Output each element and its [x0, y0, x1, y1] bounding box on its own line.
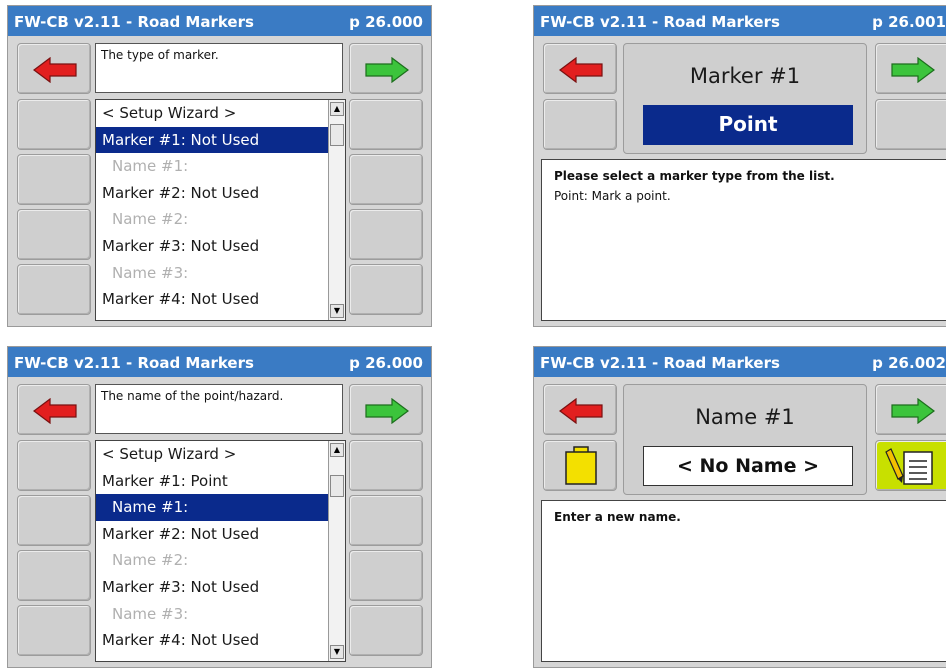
list-item-name-1[interactable]: Name #1:: [96, 153, 345, 180]
side-button-right-1[interactable]: [875, 99, 946, 150]
help-instruction: Please select a marker type from the lis…: [554, 169, 835, 183]
list-item-name-3[interactable]: Name #3:: [96, 260, 345, 287]
side-button-right-3[interactable]: [349, 550, 423, 601]
help-panel: Enter a new name.: [541, 500, 946, 662]
list-item-setup-wizard[interactable]: < Setup Wizard >: [96, 100, 345, 127]
side-button-right-4[interactable]: [349, 605, 423, 656]
next-button[interactable]: [875, 384, 946, 435]
scroll-thumb[interactable]: [330, 124, 344, 146]
side-button-left-1[interactable]: [17, 440, 91, 491]
help-panel: Please select a marker type from the lis…: [541, 159, 946, 321]
title-bar: FW-CB v2.11 - Road Markers p 26.002: [534, 347, 946, 377]
marker-list[interactable]: < Setup Wizard > Marker #1: Point Name #…: [95, 440, 346, 662]
scroll-thumb[interactable]: [330, 475, 344, 497]
scroll-up-icon[interactable]: ▲: [330, 443, 344, 457]
next-button[interactable]: [349, 43, 423, 94]
list-item-marker-1[interactable]: Marker #1: Not Used: [96, 126, 345, 154]
right-arrow-icon: [365, 57, 409, 83]
list-item-marker-2[interactable]: Marker #2: Not Used: [96, 521, 345, 548]
window-title: FW-CB v2.11 - Road Markers: [540, 354, 780, 372]
list-item-setup-wizard[interactable]: < Setup Wizard >: [96, 441, 345, 468]
list-item-marker-2[interactable]: Marker #2: Not Used: [96, 180, 345, 207]
left-arrow-icon: [559, 57, 603, 83]
back-button[interactable]: [543, 43, 617, 94]
page-number: p 26.000: [349, 13, 423, 31]
side-button-left-3[interactable]: [17, 550, 91, 601]
page-number: p 26.001: [872, 13, 946, 31]
right-arrow-icon: [891, 57, 935, 83]
side-button-right-1[interactable]: [349, 440, 423, 491]
side-button-right-2[interactable]: [349, 495, 423, 546]
side-button-left-4[interactable]: [17, 605, 91, 656]
list-item-marker-3[interactable]: Marker #3: Not Used: [96, 574, 345, 601]
scrollbar[interactable]: ▲ ▼: [328, 441, 345, 661]
list-item-name-3[interactable]: Name #3:: [96, 601, 345, 628]
window-title: FW-CB v2.11 - Road Markers: [14, 13, 254, 31]
right-arrow-icon: [891, 398, 935, 424]
edit-name-button[interactable]: [875, 440, 946, 491]
side-button-right-1[interactable]: [349, 99, 423, 150]
side-button-left-2[interactable]: [17, 495, 91, 546]
help-instruction: Enter a new name.: [554, 510, 681, 524]
title-bar: FW-CB v2.11 - Road Markers p 26.001: [534, 6, 946, 36]
back-button[interactable]: [17, 384, 91, 435]
list-item-marker-3[interactable]: Marker #3: Not Used: [96, 233, 345, 260]
screen-marker-list: FW-CB v2.11 - Road Markers p 26.000 The …: [7, 5, 432, 327]
scroll-down-icon[interactable]: ▼: [330, 304, 344, 318]
back-button[interactable]: [543, 384, 617, 435]
name-value[interactable]: < No Name >: [643, 446, 853, 486]
scrollbar[interactable]: ▲ ▼: [328, 100, 345, 320]
scroll-up-icon[interactable]: ▲: [330, 102, 344, 116]
description-box: The name of the point/hazard.: [95, 384, 343, 434]
scroll-down-icon[interactable]: ▼: [330, 645, 344, 659]
left-arrow-icon: [559, 398, 603, 424]
list-item-name-2[interactable]: Name #2:: [96, 547, 345, 574]
side-button-left-3[interactable]: [17, 209, 91, 260]
side-button-right-2[interactable]: [349, 154, 423, 205]
screen-marker-type: FW-CB v2.11 - Road Markers p 26.001 Mark…: [533, 5, 946, 327]
back-button[interactable]: [17, 43, 91, 94]
list-item-name-2[interactable]: Name #2:: [96, 206, 345, 233]
side-button-left-1[interactable]: [543, 99, 617, 150]
list-item-name-1[interactable]: Name #1:: [96, 494, 345, 521]
right-arrow-icon: [365, 398, 409, 424]
side-button-left-2[interactable]: [17, 154, 91, 205]
page-number: p 26.002: [872, 354, 946, 372]
folder-icon: [565, 446, 597, 485]
side-button-right-3[interactable]: [349, 209, 423, 260]
notepad-pencil-icon: [885, 448, 933, 485]
list-item-marker-1[interactable]: Marker #1: Point: [96, 468, 345, 495]
panel-heading: Marker #1: [689, 64, 801, 88]
title-bar: FW-CB v2.11 - Road Markers p 26.000: [8, 347, 431, 377]
help-detail: Point: Mark a point.: [554, 189, 671, 203]
next-button[interactable]: [875, 43, 946, 94]
value-panel: Name #1 < No Name >: [623, 384, 867, 495]
list-item-marker-4[interactable]: Marker #4: Not Used: [96, 286, 345, 313]
side-button-left-4[interactable]: [17, 264, 91, 315]
next-button[interactable]: [349, 384, 423, 435]
left-arrow-icon: [33, 398, 77, 424]
page-number: p 26.000: [349, 354, 423, 372]
description-box: The type of marker.: [95, 43, 343, 93]
panel-heading: Name #1: [695, 405, 795, 429]
marker-type-value[interactable]: Point: [643, 105, 853, 145]
side-button-right-4[interactable]: [349, 264, 423, 315]
folder-button[interactable]: [543, 440, 617, 491]
screen-name-list: FW-CB v2.11 - Road Markers p 26.000 The …: [7, 346, 432, 668]
title-bar: FW-CB v2.11 - Road Markers p 26.000: [8, 6, 431, 36]
window-title: FW-CB v2.11 - Road Markers: [14, 354, 254, 372]
screen-name-entry: FW-CB v2.11 - Road Markers p 26.002 Name…: [533, 346, 946, 668]
value-panel: Marker #1 Point: [623, 43, 867, 154]
side-button-left-1[interactable]: [17, 99, 91, 150]
left-arrow-icon: [33, 57, 77, 83]
marker-list[interactable]: < Setup Wizard > Marker #1: Not Used Nam…: [95, 99, 346, 321]
list-item-marker-4[interactable]: Marker #4: Not Used: [96, 627, 345, 654]
window-title: FW-CB v2.11 - Road Markers: [540, 13, 780, 31]
